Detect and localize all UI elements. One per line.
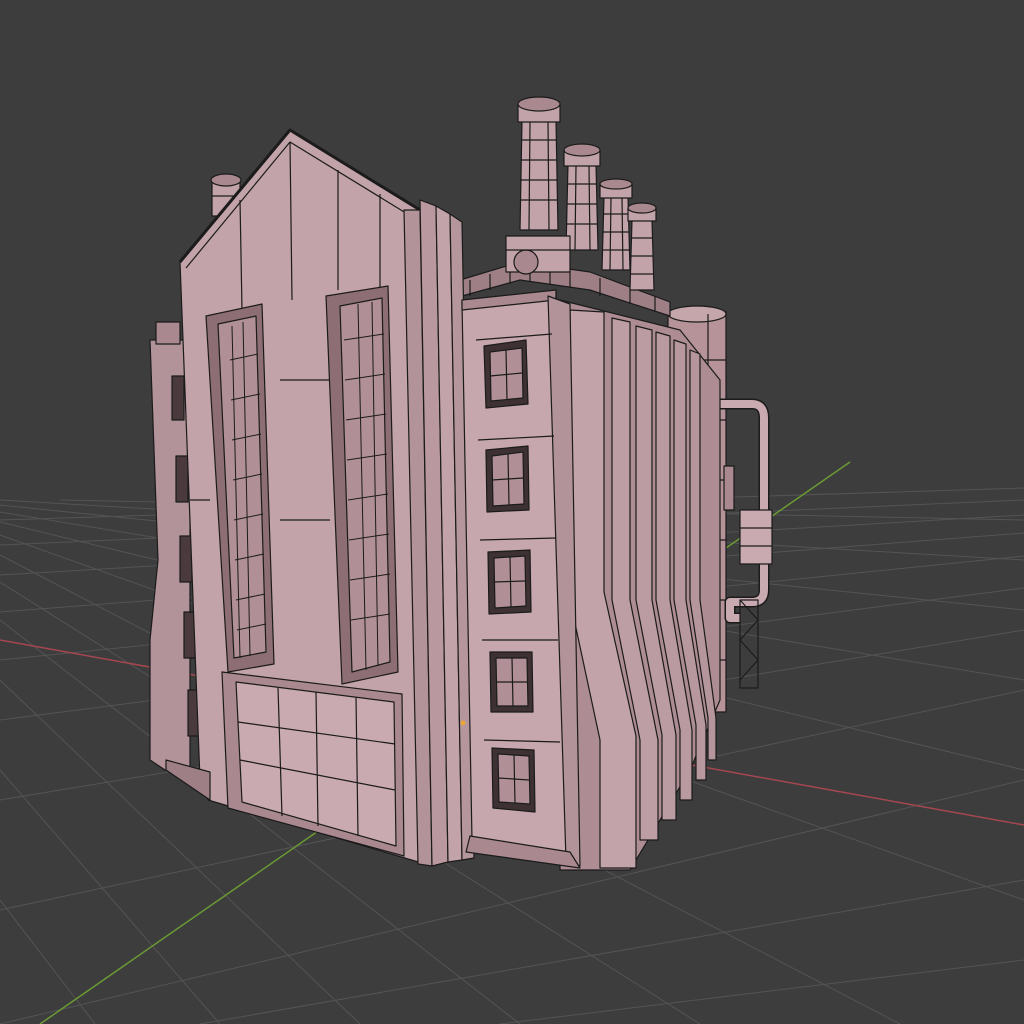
tower-window-5	[491, 747, 536, 813]
tower-window-1	[483, 339, 529, 409]
object-origin-point	[460, 720, 466, 726]
tower-window-2	[485, 445, 530, 513]
tower-window-4	[489, 651, 534, 713]
chimney-4	[627, 202, 657, 291]
roof-dome	[505, 235, 571, 275]
tower-window-3	[487, 549, 532, 615]
chimney-2	[563, 143, 601, 251]
chimney-1	[517, 96, 561, 231]
3d-viewport[interactable]	[0, 0, 1024, 1024]
chimney-3	[599, 178, 633, 271]
scene-canvas[interactable]	[0, 0, 1024, 1024]
